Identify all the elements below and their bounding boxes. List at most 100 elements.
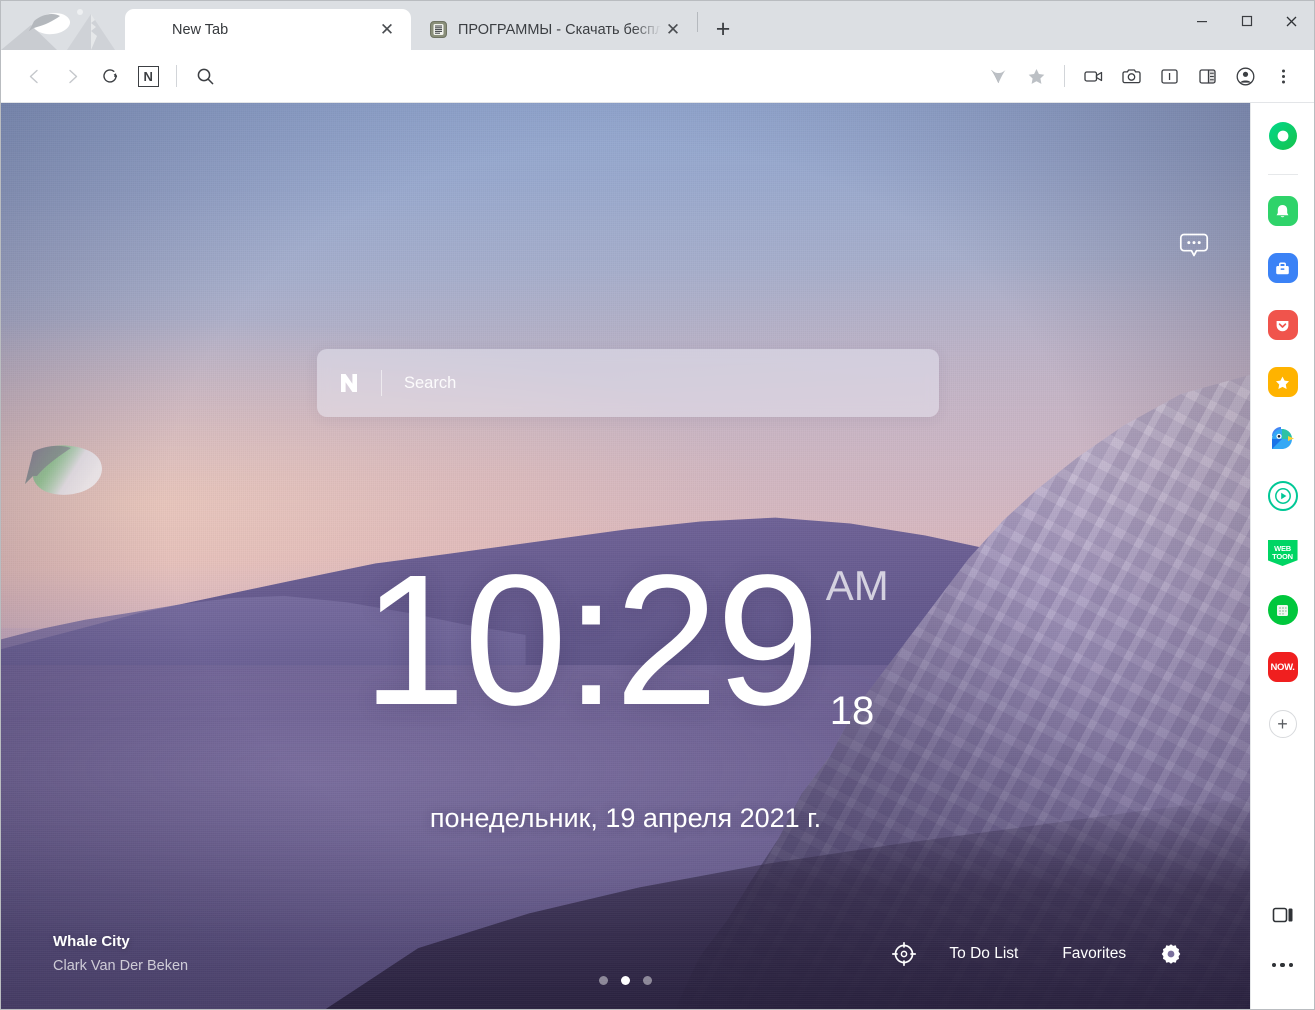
sidebar-bottom-group (1251, 895, 1314, 995)
webtoon-label-line2: TOON (1272, 552, 1293, 561)
forward-button[interactable] (53, 57, 91, 95)
home-button[interactable]: N (129, 57, 167, 95)
whale-icon (990, 69, 1005, 83)
ntp-bottom-actions: To Do List Favorites (881, 937, 1194, 971)
clock-seconds: 18 (829, 689, 875, 733)
ntp-search-box[interactable] (317, 349, 939, 417)
carousel-dot-active[interactable] (621, 976, 631, 985)
close-window-button[interactable] (1269, 1, 1314, 41)
naver-n-icon (341, 374, 357, 392)
video-capture-icon (1083, 70, 1102, 82)
minimize-icon (1196, 21, 1207, 23)
maximize-icon (1241, 15, 1252, 27)
toolbox-icon (1267, 253, 1298, 283)
pocket-glyph (1276, 320, 1289, 331)
sidebar-item-webtoon[interactable]: WEB TOON (1263, 533, 1303, 573)
wallpaper-author: Clark Van Der Beken (53, 958, 189, 974)
tab-title: New Tab (172, 21, 229, 38)
carousel-dot[interactable] (599, 976, 609, 985)
tab-close-button[interactable]: ✕ (661, 18, 685, 42)
account-button[interactable] (1226, 57, 1264, 95)
account-icon (1236, 67, 1254, 85)
wallpaper-credit: Whale City Clark Van Der Beken (53, 933, 188, 974)
favorites-button[interactable]: Favorites (1040, 937, 1148, 971)
maximize-button[interactable] (1224, 1, 1269, 41)
clock-ampm: AM (825, 562, 889, 609)
split-screen-button[interactable] (1188, 57, 1226, 95)
play-glyph (1274, 488, 1291, 504)
sidebar-item-green-grid[interactable] (1263, 590, 1303, 630)
focus-target-button[interactable] (881, 937, 927, 971)
minimize-button[interactable] (1179, 1, 1224, 41)
todo-list-button[interactable]: To Do List (927, 937, 1040, 971)
wallpaper-title: Whale City (53, 933, 130, 950)
video-capture-button[interactable] (1074, 57, 1112, 95)
more-options-icon (1271, 962, 1294, 968)
sidebar-item-bookmarks[interactable] (1263, 362, 1303, 402)
sidebar-item-notifications[interactable] (1263, 191, 1303, 231)
heart-pocket-icon (1267, 310, 1298, 340)
search-input[interactable] (382, 349, 939, 417)
naver-logo-icon (317, 349, 381, 417)
tab-programmy[interactable]: ПРОГРАММЫ - Скачать беспл ✕ (411, 9, 697, 50)
whale-decoration (19, 438, 115, 510)
chevron-left-icon (29, 69, 38, 83)
sidebar-item-video[interactable] (1263, 476, 1303, 516)
whale-mountains-illustration (1, 1, 125, 50)
new-tab-page: 10:29 AM 18 понедельник, 19 апреля 2021 … (1, 103, 1251, 1009)
search-button[interactable] (186, 57, 224, 95)
chevron-right-icon (68, 69, 77, 83)
clock-widget: 10:29 AM 18 (1, 547, 1250, 733)
whale-sidebar: WEB TOON NOW. + (1250, 103, 1314, 1009)
star-icon (1028, 68, 1044, 84)
whale-space-icon (1268, 122, 1297, 150)
chat-bubble-icon (1180, 233, 1209, 257)
wallpaper-carousel-dots (1, 976, 1250, 985)
new-tab-button[interactable]: + (706, 12, 740, 46)
sidebar-item-pocket[interactable] (1263, 305, 1303, 345)
settings-button[interactable] (1148, 937, 1194, 971)
toolbar-separator (176, 65, 177, 87)
target-icon (892, 941, 917, 967)
search-icon (197, 68, 213, 84)
whale-shield-button[interactable] (979, 57, 1017, 95)
now-icon: NOW. (1267, 652, 1298, 682)
sidebar-item-now[interactable]: NOW. (1263, 647, 1303, 687)
back-button[interactable] (15, 57, 53, 95)
dot (1288, 962, 1294, 968)
sidebar-item-papago[interactable] (1263, 419, 1303, 459)
sidebar-item-toolbox[interactable] (1263, 248, 1303, 288)
toolbar-separator-2 (1064, 65, 1065, 87)
carousel-dot[interactable] (643, 976, 653, 985)
sidebar-panel-toggle[interactable] (1263, 895, 1303, 935)
menu-icon (1281, 69, 1285, 83)
home-n-label: N (137, 65, 159, 87)
camera-icon (1121, 68, 1141, 83)
tab-bar: New Tab ✕ ПРОГРАММЫ - Скачать беспл ✕ + (1, 1, 1314, 50)
site-favicon (429, 21, 447, 38)
green-grid-icon (1267, 595, 1298, 625)
grid-glyph (1277, 604, 1289, 616)
browser-menu-button[interactable] (1264, 57, 1302, 95)
tab-new-tab[interactable]: New Tab ✕ (125, 9, 411, 50)
notification-bell-icon (1267, 196, 1298, 226)
tabs-region: New Tab ✕ ПРОГРАММЫ - Скачать беспл ✕ + (125, 1, 740, 50)
split-screen-icon (1198, 68, 1216, 84)
reload-button[interactable] (91, 57, 129, 95)
star-glyph (1276, 376, 1290, 389)
screenshot-button[interactable] (1112, 57, 1150, 95)
dot (1271, 962, 1277, 968)
bookmark-star-button[interactable] (1017, 57, 1055, 95)
tab-favicon-site-icon (429, 21, 447, 39)
tab-close-button[interactable]: ✕ (375, 18, 399, 42)
quick-chat-button[interactable] (1176, 227, 1212, 263)
close-icon (1286, 16, 1297, 26)
tab-separator (697, 11, 698, 32)
whale-watermark-graphic (1, 1, 125, 50)
sidebar-toggle-button[interactable] (1150, 57, 1188, 95)
sidebar-item-whale-space[interactable] (1263, 116, 1303, 156)
sidebar-add-button[interactable]: + (1263, 704, 1303, 744)
sidebar-more-options[interactable] (1263, 945, 1303, 985)
star-bookmark-icon (1267, 367, 1298, 397)
clock-inner: 10:29 AM 18 (362, 547, 889, 733)
